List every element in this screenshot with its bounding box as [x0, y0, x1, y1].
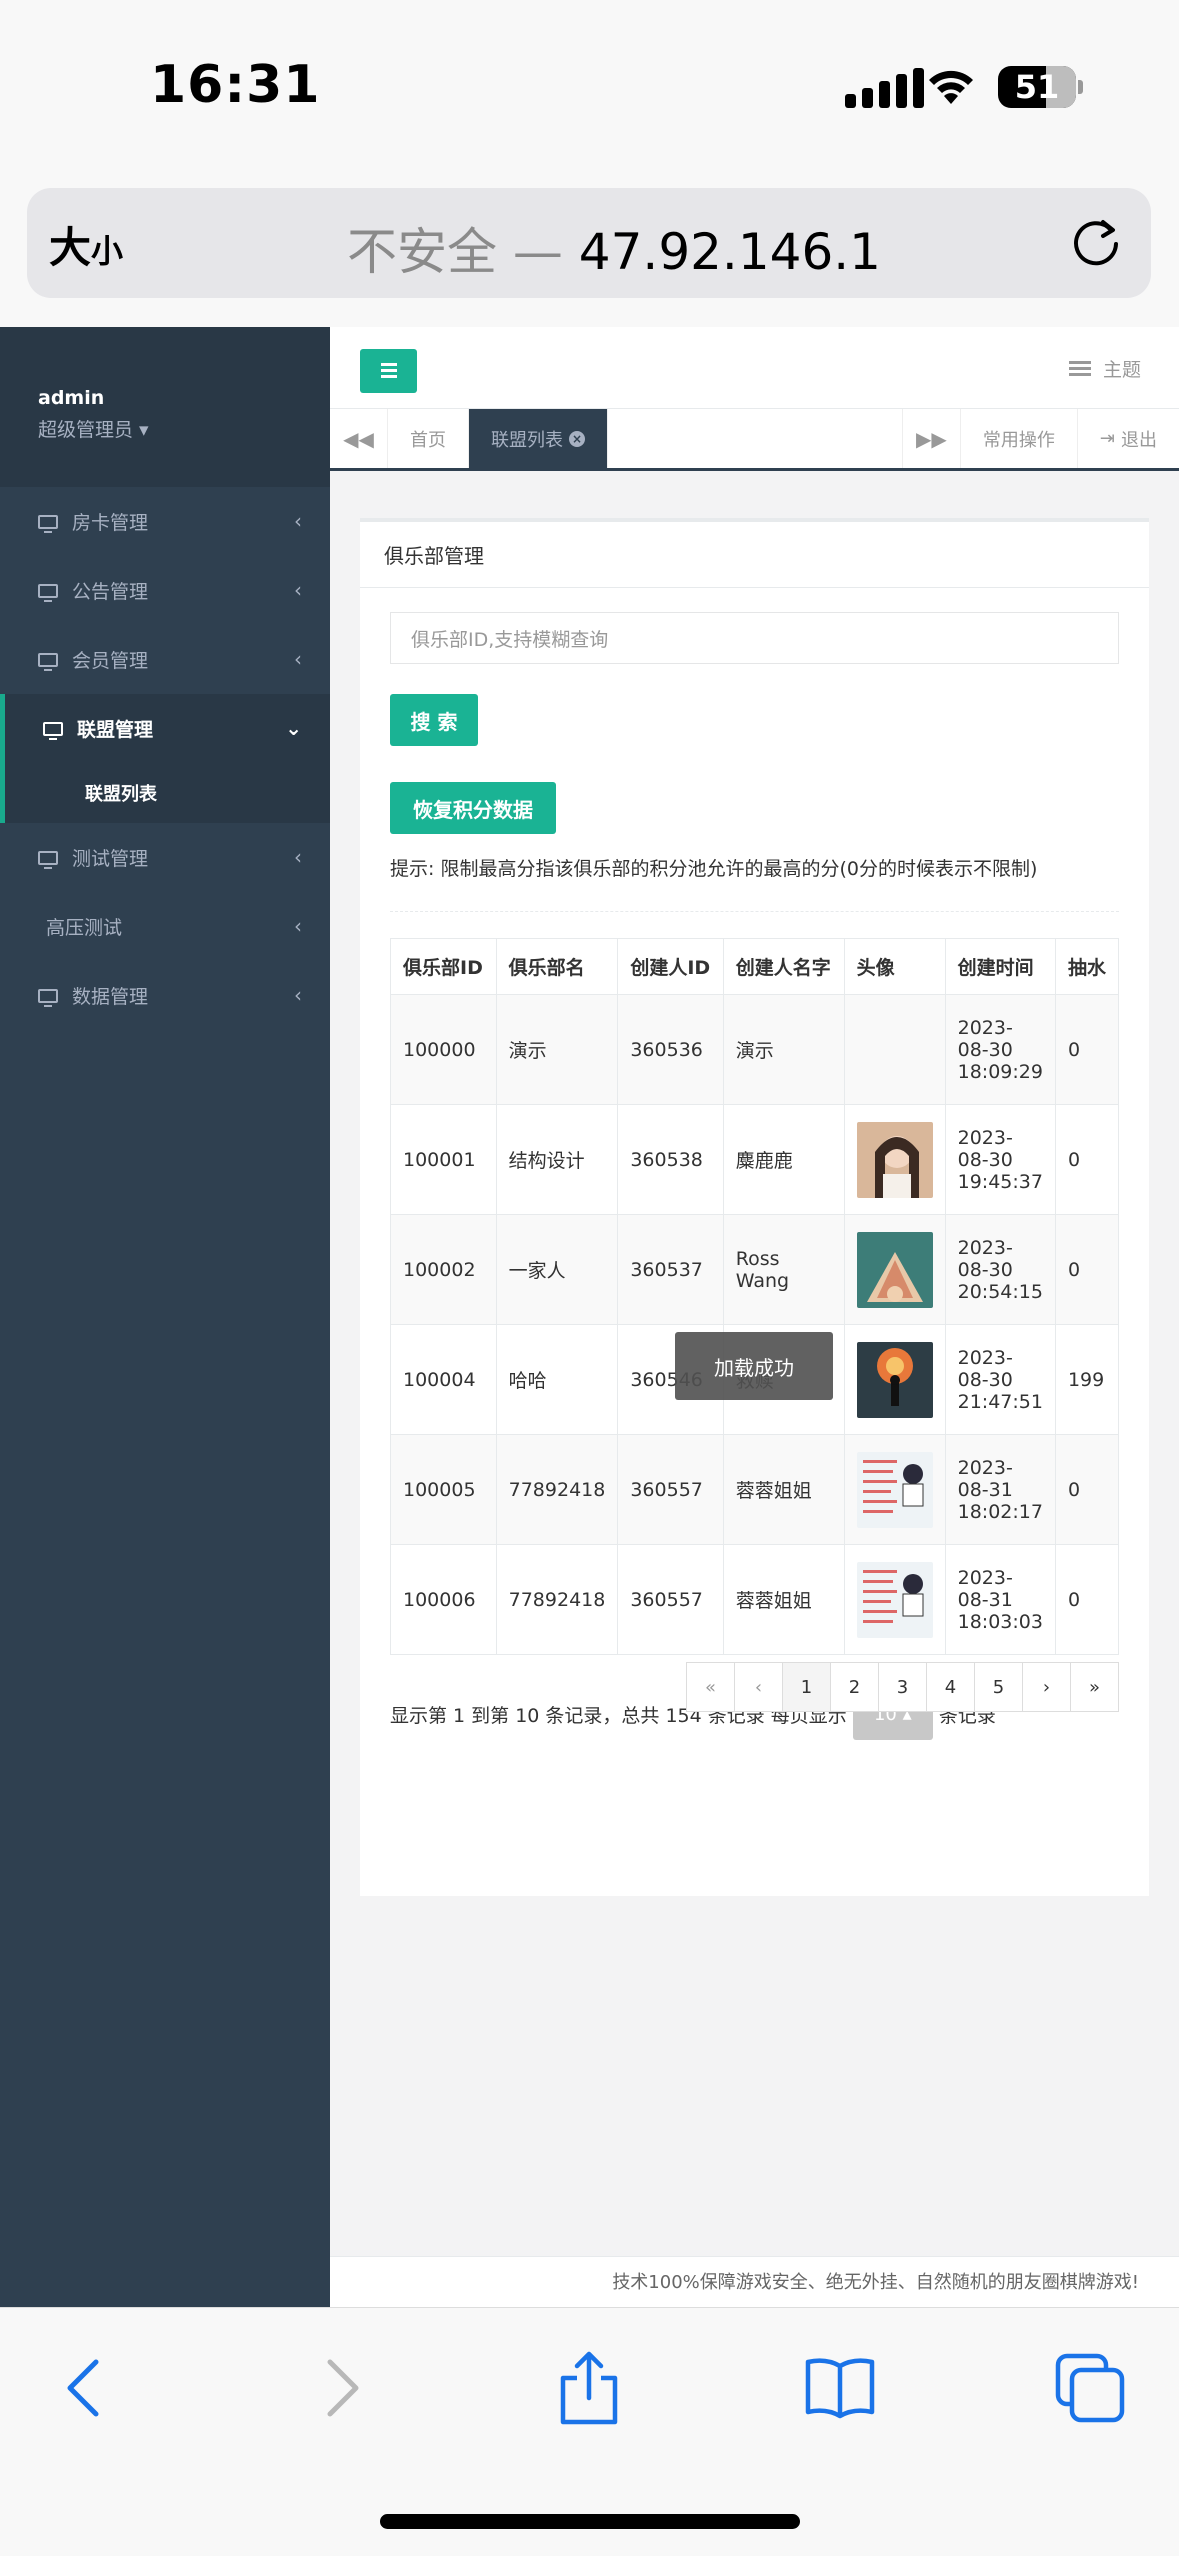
monitor-icon — [38, 652, 58, 671]
sidebar-item-alliance[interactable]: 联盟管理 ⌄ — [5, 694, 330, 763]
url-text[interactable]: 不安全 — 47.92.146.1 — [347, 212, 881, 284]
pagination: « ‹ 1 2 3 4 5 › » — [686, 1662, 1119, 1712]
close-tab-icon[interactable]: × — [569, 430, 585, 447]
battery-icon: 51 — [998, 66, 1076, 108]
tabs-scroll-left-button[interactable]: ◀◀ — [330, 409, 388, 468]
clock: 16:31 — [150, 55, 321, 115]
sidebar: admin 超级管理员 ▾ 房卡管理 ‹ 公告管理 ‹ 会员管理 ‹ 联盟管理 ⌄ 联盟… — [0, 327, 330, 2307]
theme-button[interactable]: 主题 — [1068, 355, 1141, 382]
last-page-button[interactable]: » — [1070, 1662, 1119, 1712]
page-button-3[interactable]: 3 — [878, 1662, 927, 1712]
search-button[interactable]: 搜 索 — [390, 694, 478, 746]
avatar — [856, 1341, 933, 1418]
sidebar-item-notice[interactable]: 公告管理 ‹ — [0, 556, 330, 625]
hint-text: 提示: 限制最高分指该俱乐部的积分池允许的最高的分(0分的时候表示不限制) — [390, 858, 1038, 880]
chevron-left-icon: ‹ — [294, 914, 302, 938]
logout-button[interactable]: ⇥ 退出 — [1076, 409, 1179, 468]
page-footer: 技术100%保障游戏安全、绝无外挂、自然随机的朋友圈棋牌游戏! — [330, 2256, 1179, 2308]
toast-message: 加载成功 — [675, 1332, 833, 1400]
sidebar-group-alliance: 联盟管理 ⌄ 联盟列表 — [0, 694, 330, 823]
home-indicator[interactable] — [380, 2514, 800, 2529]
col-creator-name[interactable]: 创建人名字 — [722, 938, 845, 995]
tabs-scroll-right-button[interactable]: ▶▶ — [901, 409, 960, 468]
club-id-search-input[interactable]: 俱乐部ID,支持模糊查询 — [390, 612, 1119, 664]
col-club-name[interactable]: 俱乐部名 — [495, 938, 619, 995]
sidebar-item-member[interactable]: 会员管理 ‹ — [0, 625, 330, 694]
avatar — [856, 1121, 933, 1198]
common-actions-menu[interactable]: 常用操作 — [959, 409, 1077, 468]
chevron-left-icon: ‹ — [294, 509, 302, 533]
prev-page-button[interactable]: ‹ — [734, 1662, 783, 1712]
chevron-left-icon: ‹ — [294, 983, 302, 1007]
monitor-icon — [38, 583, 58, 602]
col-creator-id[interactable]: 创建人ID — [617, 938, 724, 995]
avatar-empty — [843, 994, 946, 1105]
tabs-icon[interactable] — [1050, 2348, 1130, 2428]
club-management-panel: 俱乐部管理 俱乐部ID,支持模糊查询 搜 索 恢复积分数据 提示: 限制最高分指… — [360, 518, 1149, 1896]
col-avatar[interactable]: 头像 — [843, 938, 946, 995]
chevron-left-icon: ‹ — [294, 647, 302, 671]
back-icon[interactable] — [46, 2348, 126, 2428]
avatar — [856, 1561, 933, 1638]
avatar — [856, 1231, 933, 1308]
col-extra[interactable]: 抽水 — [1054, 938, 1119, 995]
sidebar-subitem-alliance-list[interactable]: 联盟列表 — [5, 763, 330, 823]
col-created-at[interactable]: 创建时间 — [944, 938, 1056, 995]
main-content: 主题 ◀◀ 首页 联盟列表 × ▶▶ 常用操作 ⇥ 退出 俱乐部管理 俱乐部ID,支… — [330, 327, 1179, 2307]
signal-icon — [845, 68, 924, 108]
page-button-2[interactable]: 2 — [830, 1662, 879, 1712]
user-profile: admin 超级管理员 ▾ — [0, 327, 330, 487]
user-role-dropdown[interactable]: 超级管理员 ▾ — [38, 415, 330, 442]
monitor-icon — [43, 721, 63, 740]
table-row[interactable]: 100005 77892418 360557 蓉蓉姐姐 2023- 08-31 18… — [390, 1434, 1119, 1545]
table-row[interactable]: 100001 结构设计 360538 麋鹿鹿 2023- 08-30 19:45:3… — [390, 1104, 1119, 1215]
col-club-id[interactable]: 俱乐部ID — [390, 938, 497, 995]
page-button-1[interactable]: 1 — [782, 1662, 831, 1712]
sidebar-item-room-card[interactable]: 房卡管理 ‹ — [0, 487, 330, 556]
wifi-icon — [929, 70, 973, 104]
clubs-table-wrapper[interactable]: 俱乐部ID 俱乐部名 创建人ID 创建人名字 头像 创建时间 抽水 100000… — [390, 912, 1119, 1670]
page-button-4[interactable]: 4 — [926, 1662, 975, 1712]
clubs-table: 俱乐部ID 俱乐部名 创建人ID 创建人名字 头像 创建时间 抽水 100000… — [390, 938, 1119, 1655]
monitor-icon — [38, 514, 58, 533]
admin-app: admin 超级管理员 ▾ 房卡管理 ‹ 公告管理 ‹ 会员管理 ‹ 联盟管理 ⌄ 联盟… — [0, 327, 1179, 2307]
forward-icon[interactable] — [300, 2348, 380, 2428]
sidebar-item-stress-test[interactable]: 高压测试 ‹ — [0, 892, 330, 961]
menu-toggle-button[interactable] — [360, 349, 417, 393]
text-size-button[interactable]: 大小 — [49, 214, 123, 275]
status-bar: 16:31 51 — [0, 0, 1179, 175]
top-navbar: 主题 — [330, 327, 1179, 409]
bookmarks-icon[interactable] — [800, 2348, 880, 2428]
table-row[interactable]: 100000 演示 360536 演示 2023- 08-30 18:09:29 0 — [390, 994, 1119, 1105]
share-icon[interactable] — [549, 2348, 629, 2428]
address-bar[interactable]: 大小 不安全 — 47.92.146.1 — [27, 188, 1151, 298]
monitor-icon — [38, 988, 58, 1007]
chevron-left-icon: ‹ — [294, 845, 302, 869]
logout-icon: ⇥ — [1099, 428, 1115, 449]
username[interactable]: admin — [38, 387, 330, 409]
table-row[interactable]: 100002 一家人 360537 Ross Wang 2023- 08-30 20… — [390, 1214, 1119, 1325]
page-button-5[interactable]: 5 — [974, 1662, 1023, 1712]
sidebar-item-data[interactable]: 数据管理 ‹ — [0, 961, 330, 1030]
theme-icon — [1068, 360, 1091, 376]
page-tabs: ◀◀ 首页 联盟列表 × ▶▶ 常用操作 ⇥ 退出 — [330, 409, 1179, 471]
avatar — [856, 1451, 933, 1528]
tab-alliance-list[interactable]: 联盟列表 × — [469, 409, 608, 468]
chevron-left-icon: ‹ — [294, 578, 302, 602]
tab-home[interactable]: 首页 — [388, 409, 469, 468]
chevron-down-icon: ⌄ — [285, 716, 302, 740]
sidebar-item-test[interactable]: 测试管理 ‹ — [0, 823, 330, 892]
restore-points-button[interactable]: 恢复积分数据 — [390, 782, 556, 834]
next-page-button[interactable]: › — [1022, 1662, 1071, 1712]
monitor-icon — [38, 850, 58, 869]
reload-icon[interactable] — [1067, 214, 1125, 272]
table-row[interactable]: 100006 77892418 360557 蓉蓉姐姐 2023- 08-31 18… — [390, 1544, 1119, 1655]
first-page-button[interactable]: « — [686, 1662, 735, 1712]
panel-title: 俱乐部管理 — [360, 522, 1149, 588]
